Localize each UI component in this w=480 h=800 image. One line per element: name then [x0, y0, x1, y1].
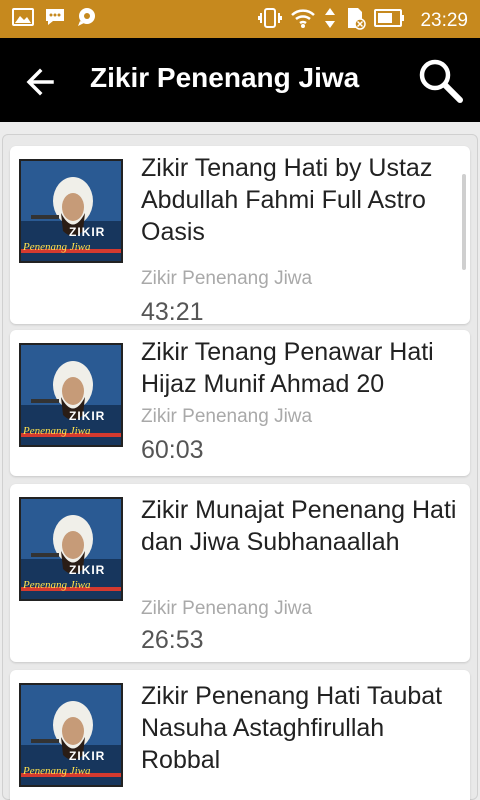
clock: 23:29	[420, 9, 468, 31]
scrollbar[interactable]	[462, 174, 466, 270]
track-thumbnail: ZIKIR Penenang Jiwa	[19, 343, 123, 447]
search-button[interactable]	[414, 54, 466, 106]
thumbnail-sub-text: Penenang Jiwa	[23, 579, 91, 591]
app-bar: Zikir Penenang Jiwa	[0, 38, 480, 122]
sd-card-icon	[344, 6, 367, 35]
track-album: Zikir Penenang Jiwa	[141, 268, 313, 289]
vibrate-icon	[258, 7, 283, 34]
back-button[interactable]	[22, 62, 62, 102]
track-thumbnail: ZIKIR Penenang Jiwa	[19, 159, 123, 263]
page-title: Zikir Penenang Jiwa	[90, 62, 360, 93]
thumbnail-sub-text: Penenang Jiwa	[23, 765, 91, 777]
list-item[interactable]: ZIKIR Penenang Jiwa Zikir Tenang Hati by…	[10, 146, 470, 326]
thumbnail-main-text: ZIKIR	[69, 225, 106, 239]
thumbnail-sub-text: Penenang Jiwa	[23, 425, 91, 437]
track-list[interactable]: ZIKIR Penenang Jiwa Zikir Tenang Hati by…	[0, 134, 480, 800]
thumbnail-sub-text: Penenang Jiwa	[23, 241, 91, 253]
bbm-icon	[44, 7, 66, 32]
chat-icon	[76, 7, 98, 32]
track-thumbnail: ZIKIR Penenang Jiwa	[19, 497, 123, 601]
track-duration: 60:03	[141, 436, 204, 464]
thumbnail-main-text: ZIKIR	[69, 563, 106, 577]
battery-icon	[374, 8, 406, 33]
track-album: Zikir Penenang Jiwa	[141, 406, 313, 427]
arrow-left-icon	[22, 68, 62, 106]
thumbnail-main-text: ZIKIR	[69, 749, 106, 763]
track-title: Zikir Munajat Penenang Hati dan Jiwa Sub…	[141, 496, 457, 556]
track-duration: 43:21	[141, 298, 204, 326]
search-icon	[414, 59, 466, 110]
list-item[interactable]: ZIKIR Penenang Jiwa Zikir Tenang Penawar…	[10, 330, 470, 476]
list-item[interactable]: ZIKIR Penenang Jiwa Zikir Penenang Hati …	[10, 670, 470, 800]
track-title: Zikir Penenang Hati Taubat Nasuha Astagh…	[141, 682, 443, 774]
gallery-icon	[12, 8, 34, 31]
track-title: Zikir Tenang Penawar Hati Hijaz Munif Ah…	[141, 338, 434, 398]
wifi-icon	[290, 7, 316, 34]
status-bar: 23:29	[0, 0, 480, 38]
data-arrows-icon	[324, 7, 336, 34]
list-item[interactable]: ZIKIR Penenang Jiwa Zikir Munajat Penena…	[10, 484, 470, 662]
track-duration: 26:53	[141, 626, 204, 654]
thumbnail-main-text: ZIKIR	[69, 409, 106, 423]
track-title: Zikir Tenang Hati by Ustaz Abdullah Fahm…	[141, 154, 433, 246]
track-thumbnail: ZIKIR Penenang Jiwa	[19, 683, 123, 787]
track-album: Zikir Penenang Jiwa	[141, 598, 313, 619]
